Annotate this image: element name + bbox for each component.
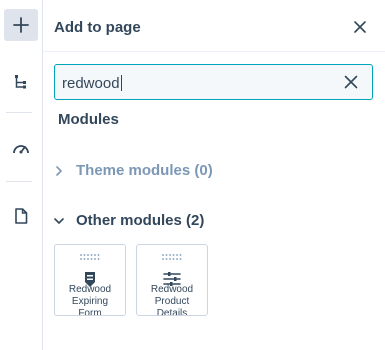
module-label: Redwood xyxy=(150,284,194,295)
theme-modules-label: Theme modules (0) xyxy=(76,162,213,179)
drag-handle-icon xyxy=(80,254,100,260)
add-to-page-panel: Add to page redwood Modules Theme module… xyxy=(43,0,385,350)
module-label: Product xyxy=(154,296,190,307)
layers-button[interactable] xyxy=(4,66,38,98)
other-modules-label: Other modules (2) xyxy=(76,212,205,229)
search-input[interactable]: redwood xyxy=(54,64,373,100)
tree-icon xyxy=(15,75,26,89)
performance-button[interactable] xyxy=(4,132,38,164)
module-card-redwood-product-details[interactable]: Redwood Product Details xyxy=(136,244,208,316)
chevron-down-icon xyxy=(54,217,64,224)
rail-divider xyxy=(6,112,32,113)
rail-divider xyxy=(6,181,32,182)
panel-header: Add to page xyxy=(43,0,385,52)
add-button[interactable] xyxy=(4,9,38,41)
module-label: Redwood xyxy=(68,284,112,295)
drag-handle-icon xyxy=(162,254,182,260)
theme-modules-toggle[interactable]: Theme modules (0) xyxy=(54,162,213,179)
modules-heading: Modules xyxy=(58,111,119,128)
left-rail xyxy=(0,0,43,350)
plus-icon xyxy=(13,17,29,33)
pages-button[interactable] xyxy=(4,200,38,232)
other-modules-toggle[interactable]: Other modules (2) xyxy=(54,212,204,229)
module-label: Details xyxy=(156,308,188,316)
module-label: Expiring xyxy=(71,296,109,307)
module-card-redwood-expiring-form[interactable]: Redwood Expiring Form xyxy=(54,244,126,316)
search-value: redwood xyxy=(62,75,120,92)
gauge-icon xyxy=(13,145,29,154)
panel-title: Add to page xyxy=(54,19,141,36)
clear-search-icon[interactable] xyxy=(344,75,358,89)
module-label: Form xyxy=(78,308,102,316)
text-cursor xyxy=(120,75,122,91)
document-icon xyxy=(15,208,28,224)
chevron-right-icon xyxy=(56,165,62,176)
close-icon[interactable] xyxy=(353,20,367,34)
